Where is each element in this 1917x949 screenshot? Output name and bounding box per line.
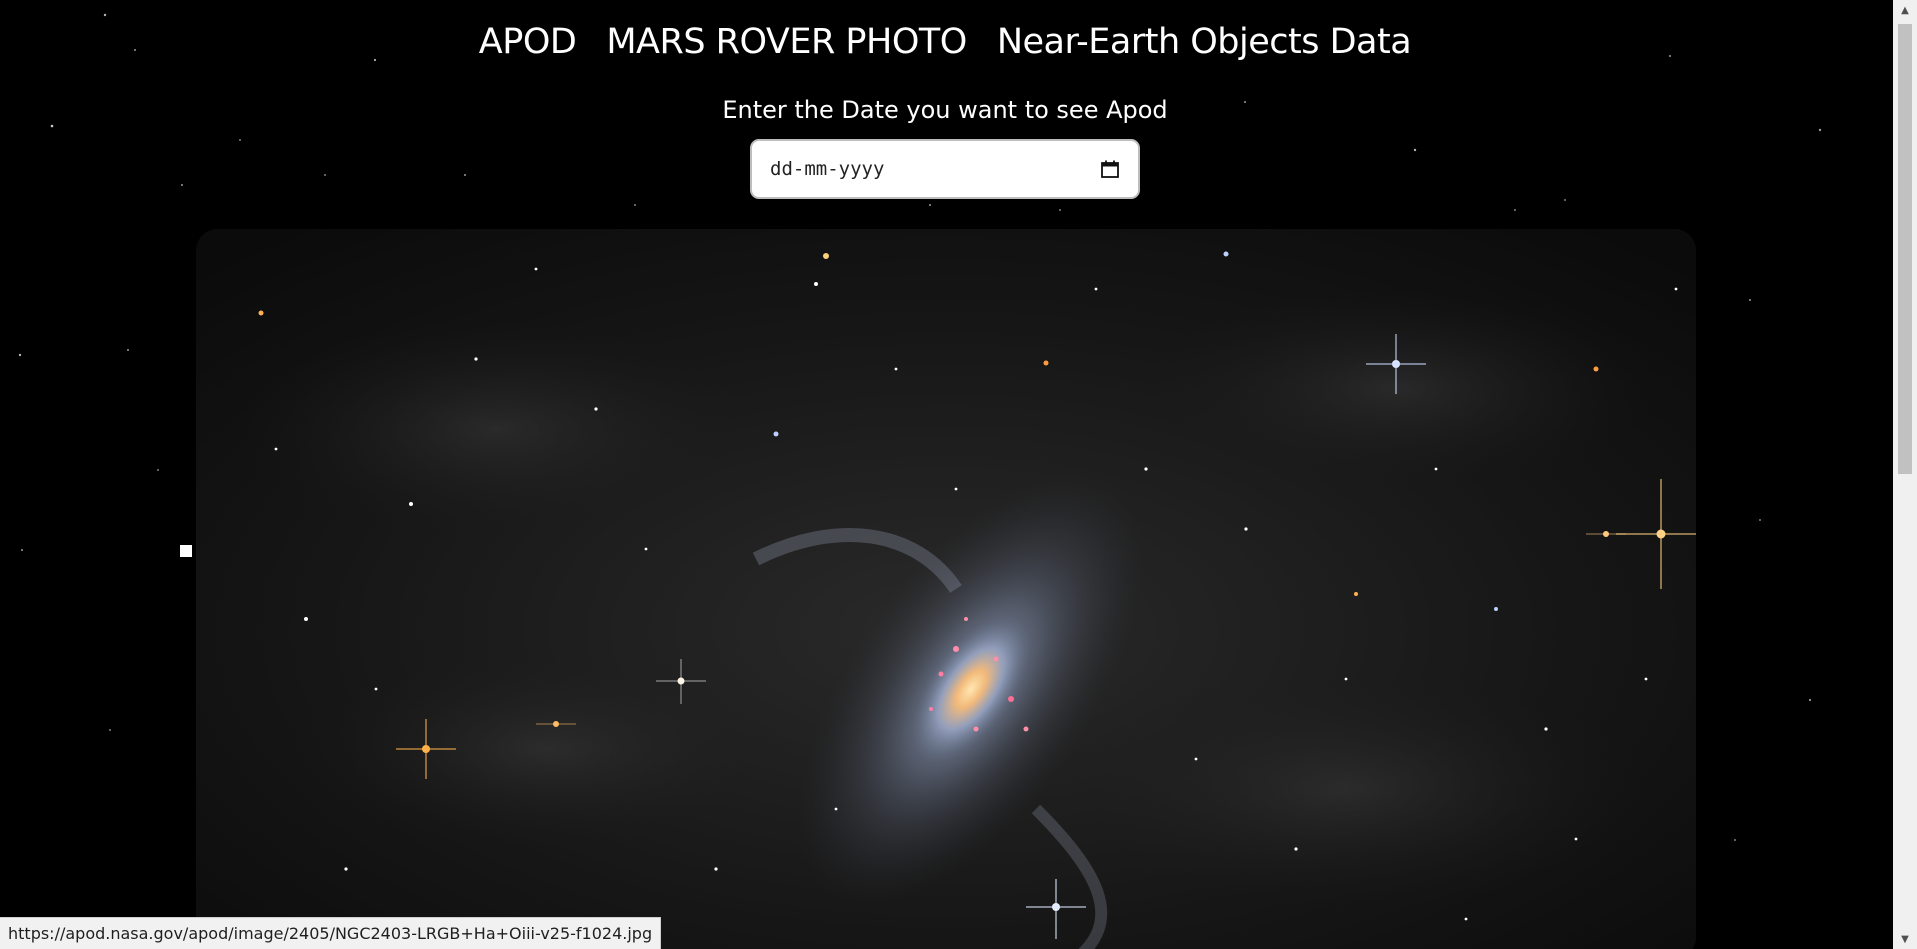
status-bar-url: https://apod.nasa.gov/apod/image/2405/NG… — [0, 917, 662, 949]
top-nav: APOD MARS ROVER PHOTO Near-Earth Objects… — [0, 22, 1890, 62]
image-nav-marker[interactable] — [180, 545, 192, 557]
nav-link-apod[interactable]: APOD — [479, 22, 577, 62]
apod-image[interactable] — [196, 229, 1696, 949]
vertical-scrollbar[interactable]: ▲ ▼ — [1893, 0, 1917, 949]
nav-link-near-earth-objects[interactable]: Near-Earth Objects Data — [997, 22, 1412, 62]
scroll-down-arrow-icon[interactable]: ▼ — [1893, 929, 1917, 949]
nav-link-mars-rover-photo[interactable]: MARS ROVER PHOTO — [606, 22, 967, 62]
calendar-icon[interactable] — [1100, 159, 1120, 179]
date-input[interactable]: dd-mm-yyyy — [750, 139, 1140, 199]
scrollbar-thumb[interactable] — [1898, 24, 1912, 474]
date-input-placeholder: dd-mm-yyyy — [770, 158, 885, 180]
page: APOD MARS ROVER PHOTO Near-Earth Objects… — [0, 0, 1917, 949]
galaxy-image — [196, 229, 1696, 949]
scroll-up-arrow-icon[interactable]: ▲ — [1893, 0, 1917, 20]
date-picker-label: Enter the Date you want to see Apod — [722, 96, 1168, 124]
